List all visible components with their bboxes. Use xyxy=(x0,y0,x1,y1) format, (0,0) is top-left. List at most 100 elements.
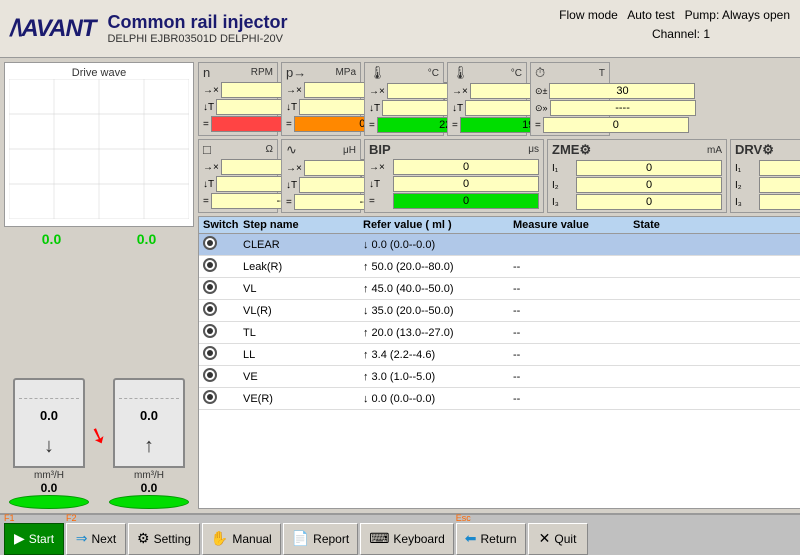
ohm-unit: Ω xyxy=(266,144,273,155)
report-button[interactable]: 📄 Report xyxy=(283,523,358,555)
table-row[interactable]: VE ↑ 3.0 (1.0--5.0) -- xyxy=(199,366,800,388)
table-row[interactable]: LL ↑ 3.4 (2.2--4.6) -- xyxy=(199,344,800,366)
p-unit: MPa xyxy=(335,67,356,78)
radio-4[interactable] xyxy=(203,324,217,338)
radio-0[interactable] xyxy=(203,236,217,250)
cyl-left-arrow: ↓ xyxy=(15,435,83,458)
zme-unit: mA xyxy=(707,145,722,156)
bip-input-2[interactable] xyxy=(393,176,539,192)
manual-label: Manual xyxy=(232,532,271,546)
fkey-f1: F1 xyxy=(4,514,15,523)
n-unit: RPM xyxy=(251,67,273,78)
timer-input-2[interactable] xyxy=(550,100,696,116)
radio-1[interactable] xyxy=(203,258,217,272)
drv-i1[interactable] xyxy=(759,160,800,176)
left-panel: Drive wave xyxy=(4,62,194,509)
cylinder-right: 0.0 ↑ mm³/H 0.0 ➘ xyxy=(104,378,194,509)
next-button[interactable]: ⇒ Next xyxy=(66,523,126,555)
table-row[interactable]: VL ↑ 45.0 (40.0--50.0) -- xyxy=(199,278,800,300)
btn-report-wrapper: 📄 Report xyxy=(283,514,358,555)
gear-icon: ⚙ xyxy=(137,530,150,547)
measure-2: -- xyxy=(513,283,633,295)
channel-label: Channel: 1 xyxy=(652,27,790,41)
table-row[interactable]: TL ↑ 20.0 (13.0--27.0) -- xyxy=(199,322,800,344)
cyl-right-bottom-value: 0.0 xyxy=(141,481,158,495)
measure-7: -- xyxy=(513,393,633,405)
toolbar: F1 ▶ Start F2 ⇒ Next ⚙ Setting ✋ xyxy=(0,513,800,553)
hand-icon: ✋ xyxy=(211,530,228,547)
measure-4: -- xyxy=(513,327,633,339)
drv-i2[interactable] xyxy=(759,177,800,193)
quit-button[interactable]: ✕ Quit xyxy=(528,523,588,555)
table-row[interactable]: Leak(R) ↑ 50.0 (20.0--80.0) -- xyxy=(199,256,800,278)
table-row[interactable]: VL(R) ↓ 35.0 (20.0--50.0) -- xyxy=(199,300,800,322)
radio-7[interactable] xyxy=(203,390,217,404)
cyl-right-base xyxy=(109,495,189,509)
metric-zme: ZME⚙ mA I₁ I₂ I₃ xyxy=(547,139,727,213)
keyboard-label: Keyboard xyxy=(393,532,444,546)
title-main: Common rail injector xyxy=(107,12,287,33)
btn-start-wrapper: F1 ▶ Start xyxy=(4,514,64,555)
metric-n: n RPM →× ↓T = xyxy=(198,62,278,136)
return-button[interactable]: ⬅ Return xyxy=(456,523,526,555)
ref-val-0: ↓ 0.0 (0.0--0.0) xyxy=(363,239,513,251)
cyl-right-unit: mm³/H xyxy=(134,470,164,481)
cyl-right-arrow: ↑ xyxy=(115,435,183,458)
bip-input-1[interactable] xyxy=(393,159,539,175)
temp2-unit: °C xyxy=(511,68,522,79)
cyl-right-inner-value: 0.0 xyxy=(115,408,183,423)
radio-2[interactable] xyxy=(203,280,217,294)
cyl-right-top-value: 0.0 xyxy=(137,231,156,247)
report-label: Report xyxy=(313,532,349,546)
keyboard-button[interactable]: ⌨ Keyboard xyxy=(360,523,454,555)
next-icon: ⇒ xyxy=(76,530,88,547)
col-stepname: Step name xyxy=(243,219,363,231)
metrics-grid: n RPM →× ↓T = p→ MPa xyxy=(198,62,800,213)
ref-val-6: ↑ 3.0 (1.0--5.0) xyxy=(363,371,513,383)
report-icon: 📄 xyxy=(292,530,309,547)
title-sub: DELPHI EJBR03501D DELPHI-20V xyxy=(107,33,287,45)
n-symbol: n xyxy=(203,65,210,80)
start-label: Start xyxy=(29,532,54,546)
setting-label: Setting xyxy=(154,532,191,546)
table-area: Switch Step name Refer value ( ml ) Meas… xyxy=(198,216,800,509)
start-button[interactable]: ▶ Start xyxy=(4,523,64,555)
timer-unit: T xyxy=(599,68,605,79)
bip-input-3[interactable] xyxy=(393,193,539,209)
col-state: State xyxy=(633,219,713,231)
table-row[interactable]: CLEAR ↓ 0.0 (0.0--0.0) xyxy=(199,234,800,256)
setting-button[interactable]: ⚙ Setting xyxy=(128,523,200,555)
timer-input-1[interactable] xyxy=(549,83,695,99)
metric-timer: ⏱ T ⊙± ⊙» = xyxy=(530,62,610,136)
cyl-left-inner-value: 0.0 xyxy=(15,408,83,423)
keyboard-icon: ⌨ xyxy=(369,530,389,547)
metrics-row-1: n RPM →× ↓T = p→ MPa xyxy=(198,62,800,136)
table-header: Switch Step name Refer value ( ml ) Meas… xyxy=(199,217,800,234)
auto-test-label: Auto test xyxy=(627,8,674,22)
cyl-left-unit: mm³/H xyxy=(34,470,64,481)
quit-icon: ✕ xyxy=(539,530,551,547)
manual-button[interactable]: ✋ Manual xyxy=(202,523,281,555)
metric-ohm: □ Ω →× ↓T = xyxy=(198,139,278,213)
temp2-symbol: 🌡 xyxy=(452,65,469,81)
radio-5[interactable] xyxy=(203,346,217,360)
timer-input-3[interactable] xyxy=(543,117,689,133)
measure-5: -- xyxy=(513,349,633,361)
metric-temp1: 🌡 °C →× ↓T = xyxy=(364,62,444,136)
radio-6[interactable] xyxy=(203,368,217,382)
logo: /\AVANT xyxy=(10,15,95,43)
zme-i3[interactable] xyxy=(576,194,722,210)
radio-3[interactable] xyxy=(203,302,217,316)
cyl-left-base xyxy=(9,495,89,509)
uh-unit: μH xyxy=(343,145,356,156)
fkey-esc: Esc xyxy=(456,514,471,523)
table-row[interactable]: VE(R) ↓ 0.0 (0.0--0.0) -- xyxy=(199,388,800,410)
zme-i2[interactable] xyxy=(576,177,722,193)
drv-i3[interactable] xyxy=(759,194,800,210)
quit-label: Quit xyxy=(554,532,576,546)
bip-unit: μs xyxy=(528,144,539,155)
zme-i1[interactable] xyxy=(576,160,722,176)
drv-symbol: DRV⚙ xyxy=(735,142,774,158)
return-icon: ⬅ xyxy=(465,530,477,547)
ref-val-7: ↓ 0.0 (0.0--0.0) xyxy=(363,393,513,405)
